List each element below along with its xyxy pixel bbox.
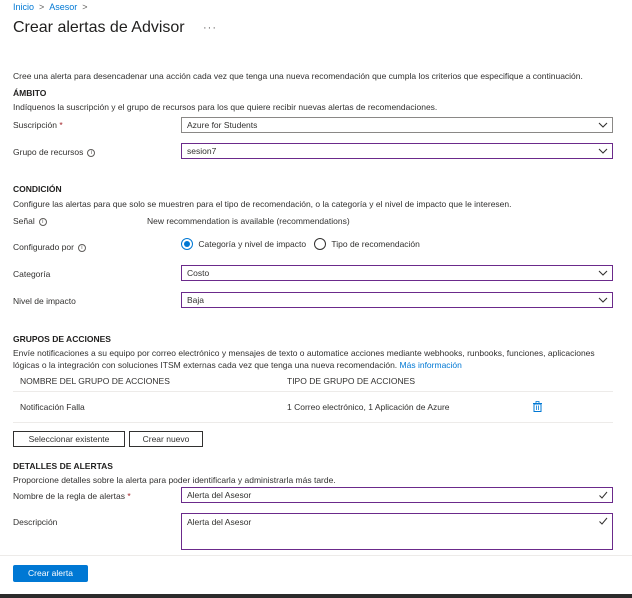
category-dropdown[interactable]: Costo [181,265,613,281]
breadcrumb: Inicio > Asesor > [13,2,93,12]
subscription-label-text: Suscripción [13,120,57,130]
configured-by-label: Configurado por i [13,242,86,252]
info-icon[interactable]: i [77,243,86,252]
footer-divider [0,555,632,556]
condition-description: Configure las alertas para que solo se m… [13,199,512,209]
rule-name-label: Nombre de la regla de alertas * [13,491,131,501]
action-group-name-cell: Notificación Falla [20,402,85,412]
signal-label-text: Señal [13,216,35,226]
column-header-name: NOMBRE DEL GRUPO DE ACCIONES [20,376,170,386]
subscription-dropdown[interactable]: Azure for Students [181,117,613,133]
radio-category-impact-label: Categoría y nivel de impacto [198,239,307,249]
intro-text: Cree una alerta para desencadenar una ac… [13,71,583,81]
rule-name-input[interactable]: Alerta del Asesor [181,487,613,503]
radio-button-unchecked[interactable] [314,238,326,250]
table-divider [13,391,613,392]
checkmark-icon [599,491,608,499]
checkmark-icon [599,517,608,525]
required-indicator: * [59,120,63,130]
action-groups-description-line1: Envíe notificaciones a su equipo por cor… [13,348,595,358]
subscription-label: Suscripción * [13,120,63,130]
resource-group-value: sesion7 [187,146,217,156]
chevron-down-icon [598,297,608,303]
breadcrumb-separator: > [39,2,45,12]
create-alert-button[interactable]: Crear alerta [13,565,88,582]
condition-section-title: CONDICIÓN [13,184,62,194]
info-icon[interactable]: i [38,217,47,226]
resource-group-label: Grupo de recursos i [13,147,96,157]
action-groups-description-line2: lógicas o la integración con soluciones … [13,360,462,370]
breadcrumb-separator: > [82,2,88,12]
impact-level-value: Baja [187,295,205,305]
impact-level-label: Nivel de impacto [13,296,76,306]
breadcrumb-advisor-link[interactable]: Asesor [49,2,77,12]
chevron-down-icon [598,270,608,276]
alert-details-section-title: DETALLES DE ALERTAS [13,461,113,471]
chevron-down-icon [598,148,608,154]
configured-by-label-text: Configurado por [13,242,74,252]
category-value: Costo [187,268,210,278]
select-existing-button[interactable]: Seleccionar existente [13,431,125,447]
rule-name-value: Alerta del Asesor [187,490,252,500]
resource-group-dropdown[interactable]: sesion7 [181,143,613,159]
description-value: Alerta del Asesor [187,517,252,527]
taskbar-strip [0,594,632,598]
signal-value: New recommendation is available (recomme… [147,216,350,226]
description-label: Descripción [13,517,58,527]
impact-level-dropdown[interactable]: Baja [181,292,613,308]
scope-section-title: ÁMBITO [13,88,47,98]
signal-label: Señal i [13,216,47,226]
chevron-down-icon [598,122,608,128]
radio-button-checked[interactable] [181,238,193,250]
description-textarea[interactable]: Alerta del Asesor [181,513,613,550]
subscription-value: Azure for Students [187,120,258,130]
radio-category-impact[interactable]: Categoría y nivel de impacto [181,238,306,250]
radio-recommendation-type-label: Tipo de recomendación [331,239,420,249]
action-groups-section-title: GRUPOS DE ACCIONES [13,334,111,344]
alert-details-description: Proporcione detalles sobre la alerta par… [13,475,336,485]
more-options-icon[interactable]: ··· [203,22,217,34]
category-label: Categoría [13,269,51,279]
resource-group-label-text: Grupo de recursos [13,147,84,157]
table-divider [13,422,613,423]
create-new-button[interactable]: Crear nuevo [129,431,203,447]
trash-icon[interactable] [532,401,543,412]
action-group-type-cell: 1 Correo electrónico, 1 Aplicación de Az… [287,402,450,412]
scope-description: Indíquenos la suscripción y el grupo de … [13,102,438,112]
more-info-link[interactable]: Más información [400,360,462,370]
required-indicator: * [127,491,131,501]
page-title: Crear alertas de Advisor [13,19,185,36]
info-icon[interactable]: i [87,148,96,157]
breadcrumb-home-link[interactable]: Inicio [13,2,34,12]
rule-name-label-text: Nombre de la regla de alertas [13,491,125,501]
column-header-type: TIPO DE GRUPO DE ACCIONES [287,376,415,386]
action-groups-description-text: lógicas o la integración con soluciones … [13,360,398,370]
radio-recommendation-type[interactable]: Tipo de recomendación [314,238,420,250]
